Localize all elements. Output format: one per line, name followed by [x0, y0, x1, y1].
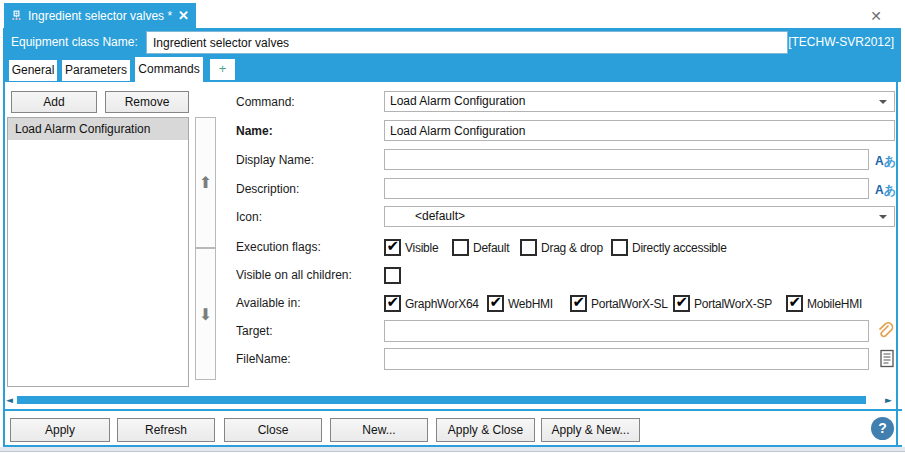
document-tab-title: Ingredient selector valves *	[28, 9, 172, 23]
equipment-class-dialog: Ingredient selector valves * ✕ ✕ Equipme…	[0, 0, 905, 453]
display-name-input[interactable]	[384, 149, 869, 170]
checkbox-default[interactable]: Default	[452, 239, 509, 256]
content-bottom-border	[3, 409, 902, 411]
chevron-down-icon	[879, 215, 887, 219]
checkbox-directly-accessible[interactable]: Directly accessible	[611, 239, 727, 256]
help-button[interactable]: ?	[871, 417, 894, 440]
icon-label: Icon:	[236, 210, 262, 224]
filename-label: FileName:	[236, 352, 291, 366]
description-label: Description:	[236, 182, 299, 196]
close-button[interactable]: Close	[224, 418, 322, 442]
reorder-strip: ⬆ ⬇	[195, 117, 216, 380]
icon-combobox[interactable]: <default>	[384, 206, 895, 227]
localization-icon[interactable]: Aあ	[875, 182, 899, 199]
command-combobox[interactable]: Load Alarm Configuration	[384, 91, 895, 112]
name-input[interactable]	[384, 120, 895, 141]
remove-button[interactable]: Remove	[105, 91, 189, 113]
scrollbar-right-arrow[interactable]: ►	[885, 395, 892, 405]
equipment-class-icon	[11, 8, 22, 23]
localization-icon[interactable]: Aあ	[875, 153, 899, 170]
down-arrow-icon: ⬇	[199, 305, 212, 324]
move-up-button[interactable]: ⬆	[195, 117, 216, 248]
commands-list[interactable]: Load Alarm Configuration	[7, 117, 189, 387]
up-arrow-icon: ⬆	[199, 173, 212, 192]
file-icon[interactable]	[879, 349, 895, 368]
tab-general[interactable]: General	[9, 60, 57, 81]
command-label: Command:	[236, 95, 295, 109]
checkbox-graphworx64[interactable]: GraphWorX64	[384, 295, 479, 312]
visible-all-children-label: Visible on all children:	[236, 268, 352, 282]
move-down-button[interactable]: ⬇	[195, 248, 216, 380]
apply-new-button[interactable]: Apply & New...	[541, 418, 640, 442]
checkbox-mobilehmi[interactable]: MobileHMI	[786, 295, 862, 312]
checkbox-portalworx-sl[interactable]: PortalWorX-SL	[570, 295, 668, 312]
checkbox-visible-all-children[interactable]	[384, 267, 405, 284]
list-item[interactable]: Load Alarm Configuration	[8, 118, 188, 140]
add-button[interactable]: Add	[11, 91, 97, 113]
equipment-class-name-input[interactable]	[146, 31, 788, 54]
checkbox-visible[interactable]: Visible	[384, 239, 438, 256]
scrollbar-left-arrow[interactable]: ◄	[6, 395, 13, 405]
execution-flags-label: Execution flags:	[236, 240, 321, 254]
chevron-down-icon	[879, 100, 887, 104]
dialog-left-border	[3, 82, 5, 447]
target-input[interactable]	[384, 320, 869, 342]
document-tab-close-icon[interactable]: ✕	[178, 8, 189, 23]
bottom-strip	[0, 447, 905, 452]
new-button[interactable]: New...	[330, 418, 428, 442]
paperclip-icon[interactable]	[876, 322, 894, 340]
target-label: Target:	[236, 324, 273, 338]
window-close-button[interactable]: ✕	[864, 6, 888, 26]
server-name: [TECHW-SVR2012]	[770, 35, 894, 49]
tab-parameters[interactable]: Parameters	[62, 60, 130, 81]
name-label: Name:	[236, 124, 273, 138]
apply-button[interactable]: Apply	[10, 418, 110, 442]
document-tab[interactable]: Ingredient selector valves * ✕	[4, 3, 196, 28]
checkbox-drag-drop[interactable]: Drag & drop	[520, 239, 603, 256]
apply-close-button[interactable]: Apply & Close	[436, 418, 535, 442]
available-in-label: Available in:	[236, 296, 301, 310]
checkbox-webhmi[interactable]: WebHMI	[487, 295, 553, 312]
filename-input[interactable]	[384, 348, 869, 370]
dialog-right-border	[896, 82, 898, 447]
tab-add[interactable]: +	[210, 59, 235, 80]
tab-commands[interactable]: Commands	[135, 57, 203, 83]
scrollbar-thumb[interactable]	[17, 396, 866, 404]
checkbox-portalworx-sp[interactable]: PortalWorX-SP	[673, 295, 772, 312]
display-name-label: Display Name:	[236, 153, 314, 167]
description-input[interactable]	[384, 178, 869, 199]
refresh-button[interactable]: Refresh	[117, 418, 215, 442]
equipment-class-name-label: Equipment class Name:	[11, 35, 138, 49]
